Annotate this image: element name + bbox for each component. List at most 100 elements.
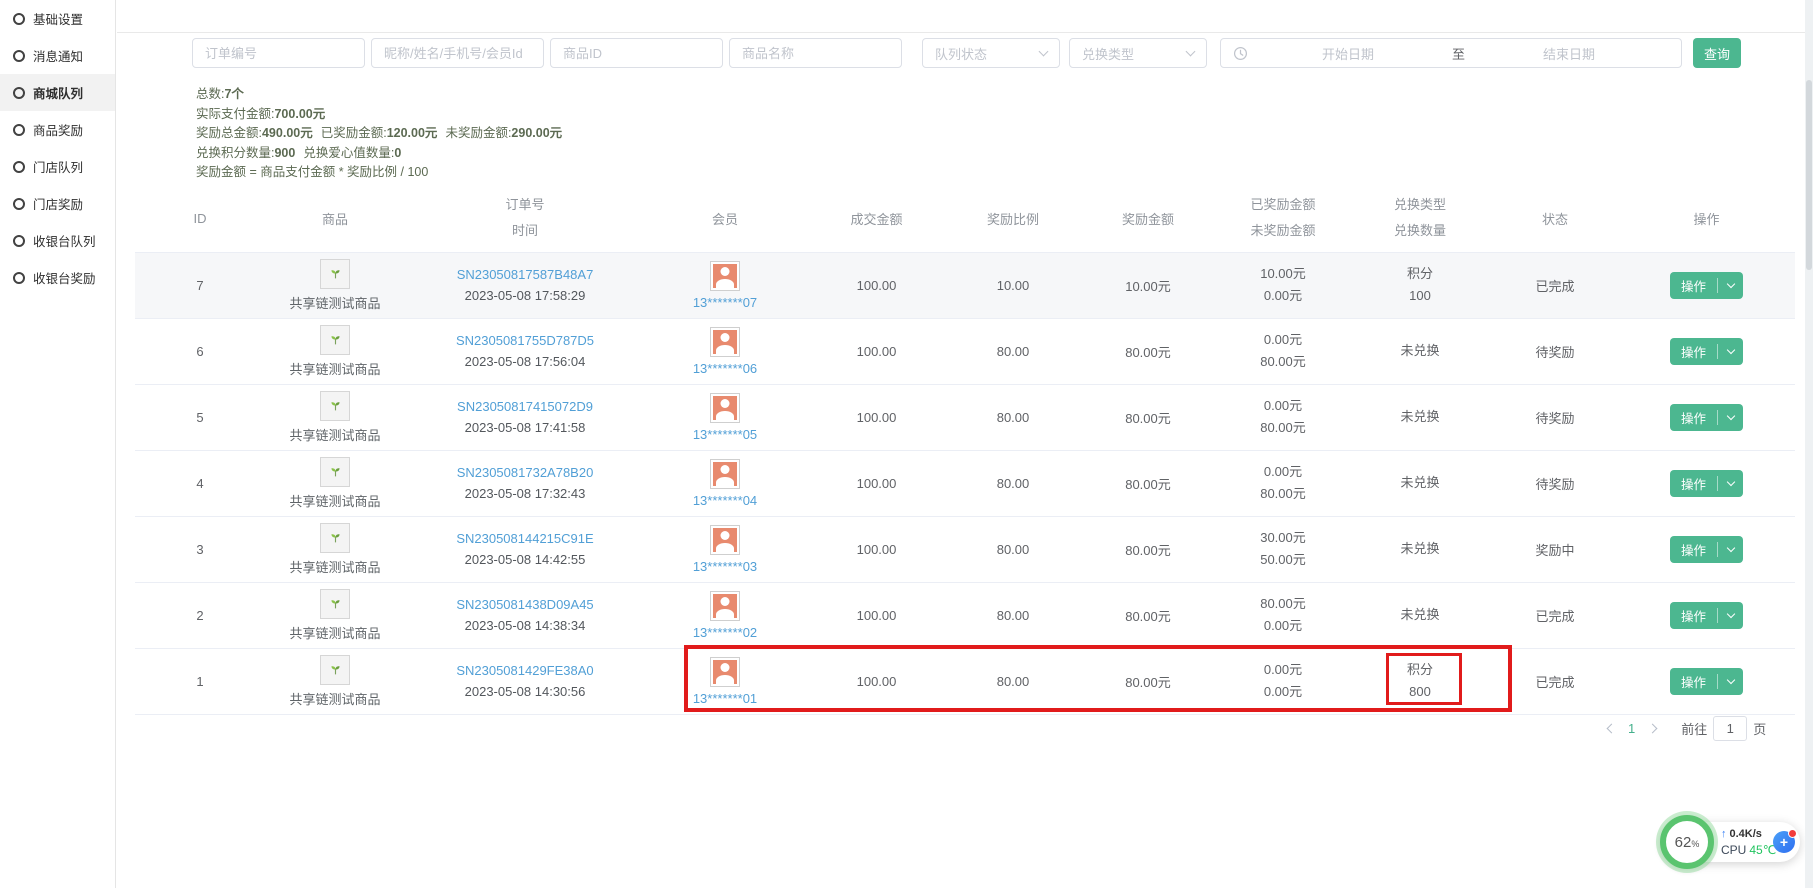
status-text: 已完成 xyxy=(1535,675,1574,690)
chevron-down-icon xyxy=(1726,280,1734,288)
order-time: 2023-05-08 14:38:34 xyxy=(405,618,645,633)
action-dropdown[interactable] xyxy=(1718,547,1743,551)
memory-percent-gauge[interactable]: 62% xyxy=(1660,815,1714,869)
order-no-input[interactable] xyxy=(192,38,365,68)
action-dropdown[interactable] xyxy=(1718,613,1743,617)
action-dropdown[interactable] xyxy=(1718,679,1743,683)
product-image[interactable] xyxy=(320,325,350,355)
table-row: 6 共享链测试商品 SN2305081755D787D52023-05-08 1… xyxy=(135,318,1795,384)
product-image[interactable] xyxy=(320,259,350,289)
scrollbar-track[interactable] xyxy=(1805,0,1813,888)
product-image[interactable] xyxy=(320,457,350,487)
member-avatar[interactable] xyxy=(710,393,740,423)
circle-icon xyxy=(13,13,25,25)
exchange-type-select[interactable]: 兑换类型 xyxy=(1069,38,1207,68)
product-name-input[interactable] xyxy=(729,38,902,68)
date-end-placeholder[interactable]: 结束日期 xyxy=(1469,44,1669,63)
plus-button[interactable]: + xyxy=(1773,831,1795,853)
cell-exchange: 未兑换 xyxy=(1348,406,1492,428)
product-id-input[interactable] xyxy=(550,38,723,68)
member-avatar[interactable] xyxy=(710,591,740,621)
cell-id: 5 xyxy=(196,410,203,425)
action-dropdown[interactable] xyxy=(1718,481,1743,485)
date-start-placeholder[interactable]: 开始日期 xyxy=(1248,44,1448,63)
order-link[interactable]: SN2305081429FE38A0 xyxy=(456,663,593,678)
member-avatar[interactable] xyxy=(710,657,740,687)
sidebar-item-mall-queue[interactable]: 商城队列 xyxy=(0,74,115,111)
cell-reward: 80.00元 xyxy=(1125,609,1171,624)
member-link[interactable]: 13*******04 xyxy=(693,493,757,508)
action-button[interactable]: 操作 xyxy=(1670,602,1743,629)
member-search-input[interactable] xyxy=(371,38,544,68)
action-button[interactable]: 操作 xyxy=(1670,470,1743,497)
date-range-picker[interactable]: 开始日期 至 结束日期 xyxy=(1220,38,1682,68)
cell-reward: 80.00元 xyxy=(1125,477,1171,492)
member-link[interactable]: 13*******03 xyxy=(693,559,757,574)
action-dropdown[interactable] xyxy=(1718,349,1743,353)
cell-reward: 80.00元 xyxy=(1125,345,1171,360)
sidebar-item-basic-settings[interactable]: 基础设置 xyxy=(0,0,115,37)
order-link[interactable]: SN230508144215C91E xyxy=(456,531,593,546)
order-link[interactable]: SN23050817415072D9 xyxy=(457,399,593,414)
member-link[interactable]: 13*******05 xyxy=(693,427,757,442)
sidebar-item-store-queue[interactable]: 门店队列 xyxy=(0,148,115,185)
product-image[interactable] xyxy=(320,589,350,619)
summary-paid-line: 实际支付金额:700.00元 xyxy=(196,105,562,125)
chevron-left-icon xyxy=(1606,723,1616,733)
member-avatar[interactable] xyxy=(710,261,740,291)
member-link[interactable]: 13*******01 xyxy=(693,691,757,706)
action-button[interactable]: 操作 xyxy=(1670,668,1743,695)
sidebar-item-product-reward[interactable]: 商品奖励 xyxy=(0,111,115,148)
chevron-down-icon xyxy=(1039,47,1049,57)
circle-icon xyxy=(13,272,25,284)
sidebar-item-cashier-reward[interactable]: 收银台奖励 xyxy=(0,259,115,296)
page-input[interactable] xyxy=(1713,716,1747,741)
status-text: 已完成 xyxy=(1535,279,1574,294)
member-avatar[interactable] xyxy=(710,327,740,357)
product-name: 共享链测试商品 xyxy=(289,557,380,576)
scrollbar-thumb[interactable] xyxy=(1806,80,1812,270)
order-link[interactable]: SN23050817587B48A7 xyxy=(457,267,594,282)
plant-icon xyxy=(329,597,342,610)
member-link[interactable]: 13*******02 xyxy=(693,625,757,640)
order-link[interactable]: SN2305081438D09A45 xyxy=(456,597,593,612)
sidebar-item-message-notify[interactable]: 消息通知 xyxy=(0,37,115,74)
current-page[interactable]: 1 xyxy=(1628,721,1635,736)
member-avatar[interactable] xyxy=(710,525,740,555)
plus-icon: + xyxy=(1780,834,1788,850)
queue-status-select[interactable]: 队列状态 xyxy=(922,38,1060,68)
sidebar-item-cashier-queue[interactable]: 收银台队列 xyxy=(0,222,115,259)
member-link[interactable]: 13*******07 xyxy=(693,295,757,310)
product-image[interactable] xyxy=(320,391,350,421)
page: 基础设置 消息通知 商城队列 商品奖励 门店队列 门店奖励 收银台队列 收银台奖… xyxy=(0,0,1813,888)
action-button[interactable]: 操作 xyxy=(1670,404,1743,431)
header-action: 操作 xyxy=(1618,185,1795,252)
action-dropdown[interactable] xyxy=(1718,415,1743,419)
member-link[interactable]: 13*******06 xyxy=(693,361,757,376)
cell-exchange: 未兑换 xyxy=(1348,340,1492,362)
next-page-button[interactable] xyxy=(1641,714,1663,742)
member-avatar[interactable] xyxy=(710,459,740,489)
prev-page-button[interactable] xyxy=(1600,714,1622,742)
cell-rewarded-unrewarded: 0.00元80.00元 xyxy=(1218,395,1348,439)
product-image[interactable] xyxy=(320,655,350,685)
sidebar-item-label: 门店奖励 xyxy=(33,194,83,213)
order-link[interactable]: SN2305081732A78B20 xyxy=(457,465,594,480)
action-button[interactable]: 操作 xyxy=(1670,338,1743,365)
plant-icon xyxy=(329,663,342,676)
chevron-down-icon xyxy=(1726,346,1734,354)
action-button[interactable]: 操作 xyxy=(1670,272,1743,299)
action-dropdown[interactable] xyxy=(1718,283,1743,287)
order-link[interactable]: SN2305081755D787D5 xyxy=(456,333,594,348)
sidebar-item-label: 消息通知 xyxy=(33,46,83,65)
speed-value: 0.4K/s xyxy=(1730,828,1762,840)
product-image[interactable] xyxy=(320,523,350,553)
search-button[interactable]: 查询 xyxy=(1693,38,1741,68)
sidebar-item-store-reward[interactable]: 门店奖励 xyxy=(0,185,115,222)
circle-icon xyxy=(13,124,25,136)
cpu-temperature: CPU 45℃ xyxy=(1721,842,1776,858)
cpu-temp-value: 45℃ xyxy=(1749,843,1776,857)
action-button[interactable]: 操作 xyxy=(1670,536,1743,563)
cell-ratio: 80.00 xyxy=(997,476,1030,491)
header-exchange: 兑换类型兑换数量 xyxy=(1348,185,1492,252)
